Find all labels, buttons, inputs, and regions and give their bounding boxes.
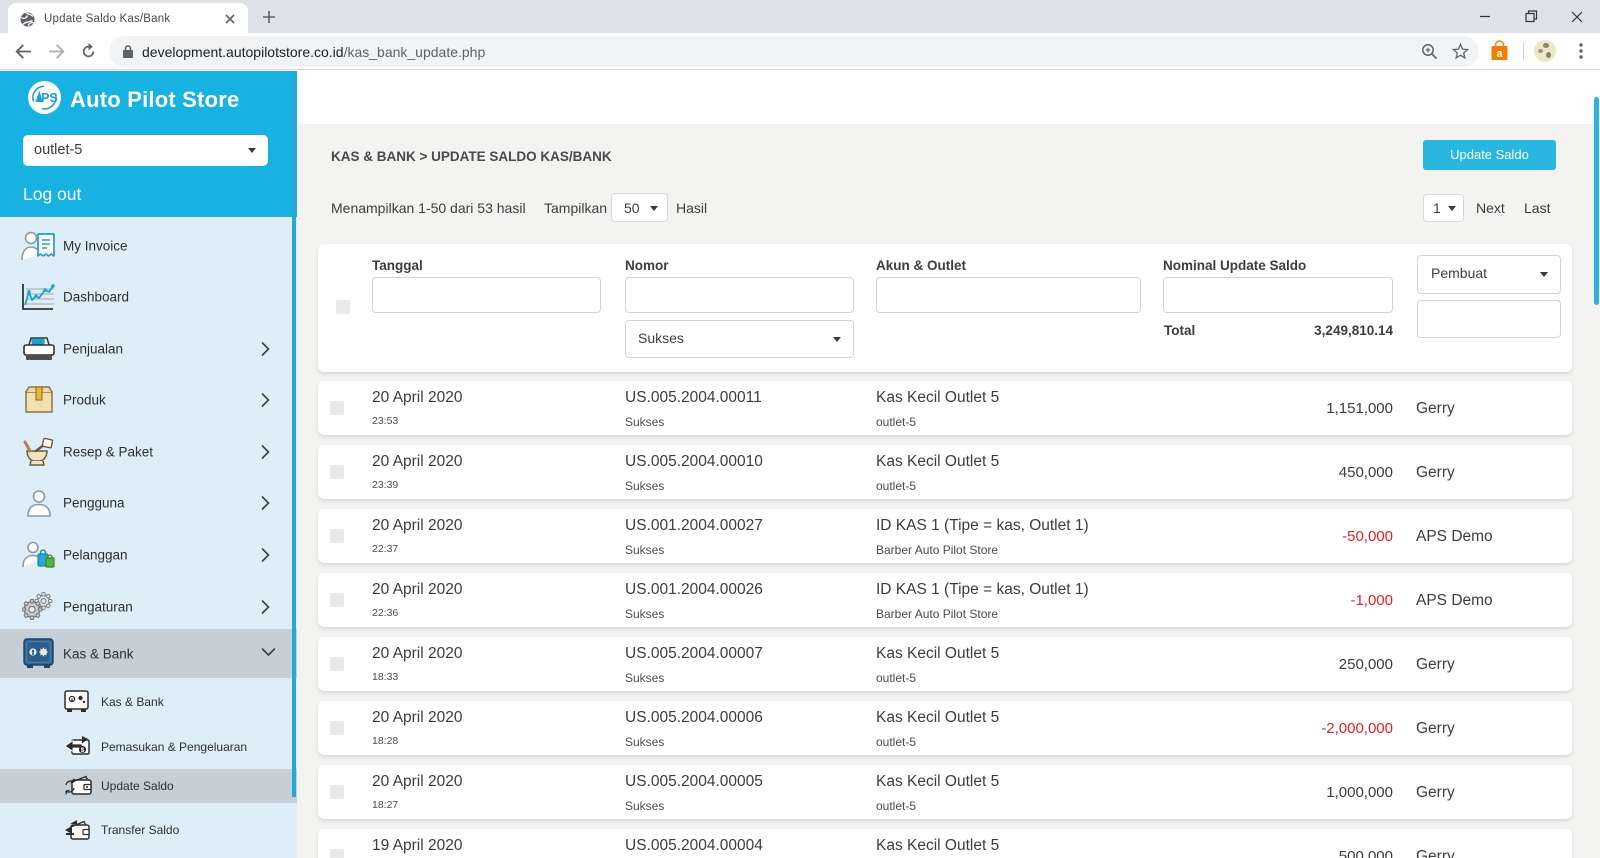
- svg-text:a: a: [1496, 48, 1503, 60]
- svg-text:PS: PS: [41, 91, 58, 105]
